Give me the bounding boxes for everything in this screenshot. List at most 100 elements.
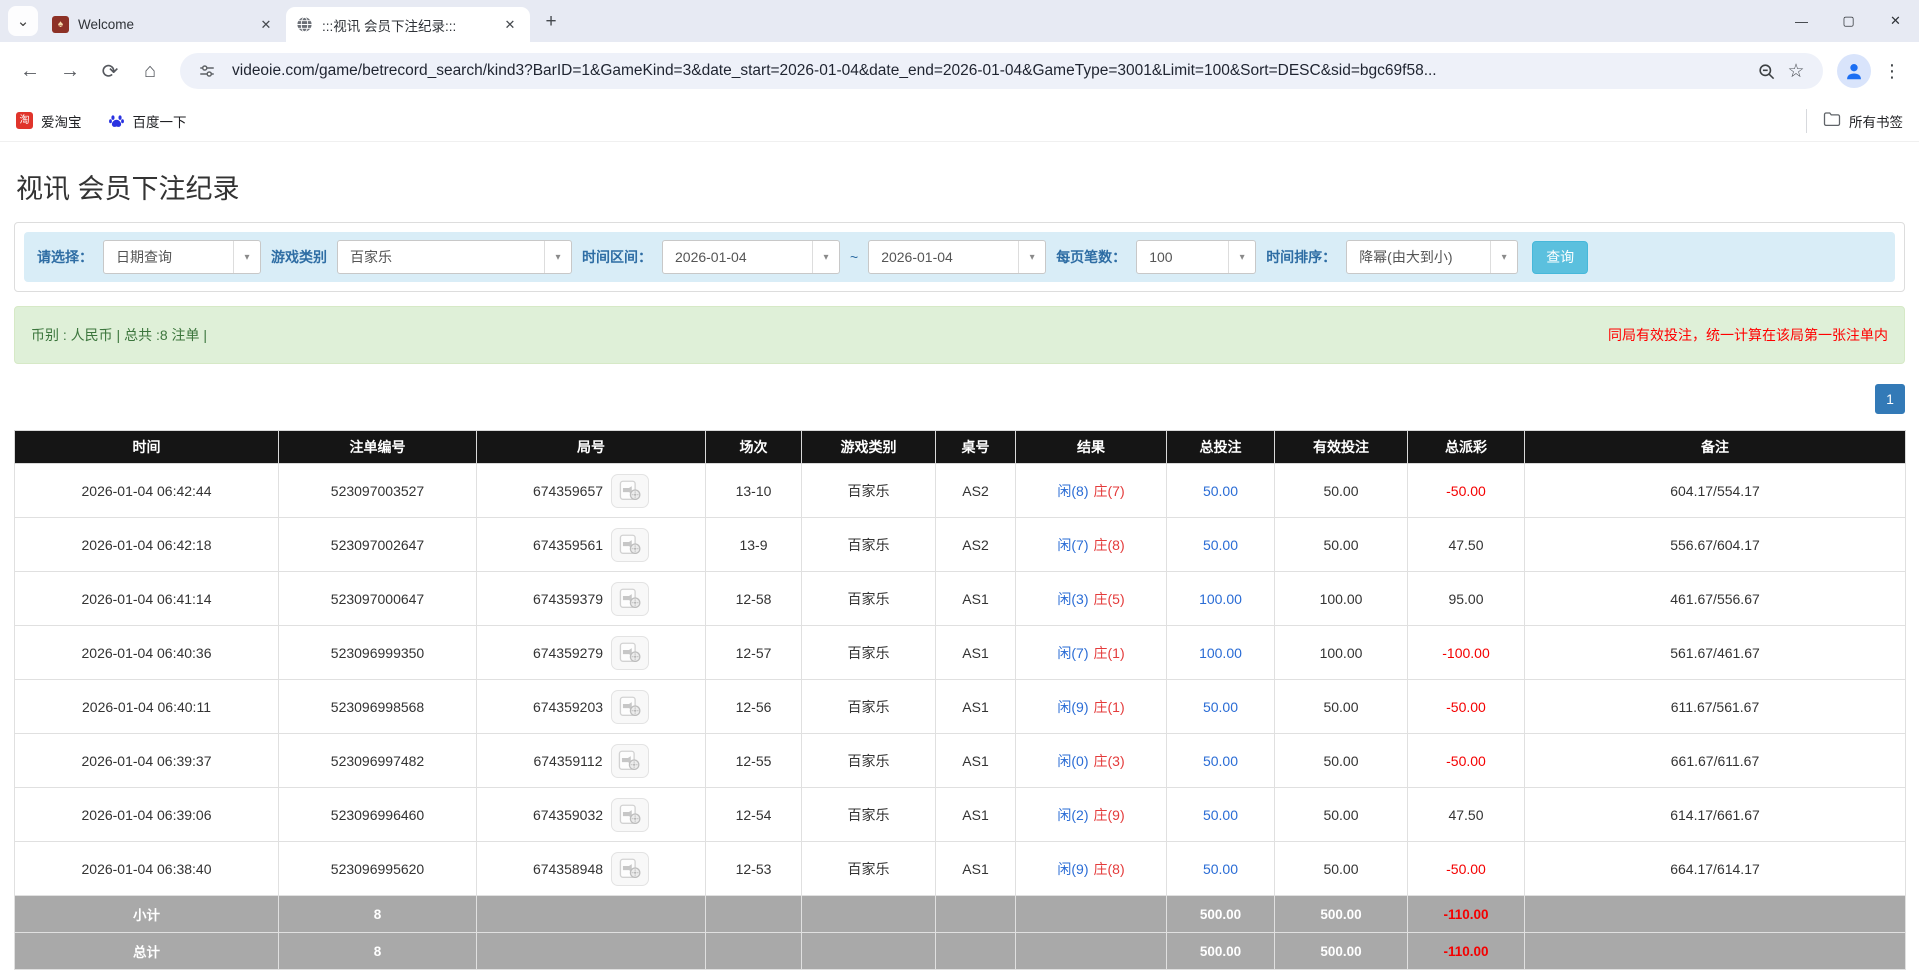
browser-menu-button[interactable]: ⋮ [1875, 54, 1909, 88]
total-bet-link[interactable]: 50.00 [1203, 699, 1238, 715]
tab-close-icon[interactable]: ✕ [500, 15, 520, 35]
sort-select[interactable]: 降幂(由大到小) ▾ [1346, 240, 1518, 274]
footer-cell-9: -110.00 [1408, 896, 1525, 933]
cell-total-bet: 50.00 [1167, 734, 1275, 788]
cell-time: 2026-01-04 06:40:11 [15, 680, 279, 734]
page-content: 视讯 会员下注纪录 请选择： 日期查询 ▾ 游戏类别 百家乐 ▾ 时间区间： 2… [0, 167, 1919, 970]
caret-down-icon[interactable]: ▾ [1490, 241, 1517, 273]
bookmark-baidu[interactable]: 百度一下 [108, 111, 187, 131]
cell-total-bet: 50.00 [1167, 464, 1275, 518]
video-replay-button[interactable] [611, 582, 649, 616]
cell-bet-id: 523096998568 [279, 680, 477, 734]
folder-icon [1823, 111, 1841, 130]
browser-toolbar: ← → ⟳ ⌂ videoie.com/game/betrecord_searc… [0, 42, 1919, 100]
cell-total-bet: 50.00 [1167, 842, 1275, 896]
search-button[interactable]: 查询 [1532, 241, 1588, 274]
total-bet-link[interactable]: 50.00 [1203, 807, 1238, 823]
reload-button[interactable]: ⟳ [90, 51, 130, 91]
back-button[interactable]: ← [10, 51, 50, 91]
footer-cell-10 [1525, 933, 1906, 970]
video-replay-button[interactable] [611, 798, 649, 832]
game-kind-select[interactable]: 百家乐 ▾ [337, 240, 572, 274]
video-replay-button[interactable] [611, 528, 649, 562]
window-close-button[interactable]: ✕ [1872, 0, 1919, 42]
total-bet-link[interactable]: 50.00 [1203, 537, 1238, 553]
date-start-value: 2026-01-04 [663, 241, 812, 273]
per-page-value: 100 [1137, 241, 1228, 273]
cell-game-type: 百家乐 [802, 572, 936, 626]
tab-strip: ⌄ ♠ Welcome ✕ :::视讯 会员下注纪录::: ✕ + — ▢ ✕ [0, 0, 1919, 42]
cell-payout: -50.00 [1408, 842, 1525, 896]
minimize-button[interactable]: — [1778, 0, 1825, 42]
caret-down-icon[interactable]: ▾ [544, 241, 571, 273]
table-row: 2026-01-04 06:38:40523096995620674358948… [15, 842, 1906, 896]
caret-down-icon[interactable]: ▾ [233, 241, 260, 273]
all-bookmarks-label: 所有书签 [1849, 111, 1903, 131]
total-bet-link[interactable]: 100.00 [1199, 591, 1242, 607]
bookmark-aitaobao[interactable]: 淘 爱淘宝 [16, 111, 82, 131]
date-end-input[interactable]: 2026-01-04 ▾ [868, 240, 1046, 274]
page-1-button[interactable]: 1 [1875, 384, 1905, 414]
video-replay-icon [619, 534, 642, 555]
tab-betrecord[interactable]: :::视讯 会员下注纪录::: ✕ [286, 7, 530, 42]
result-banker: 庄(3) [1094, 753, 1125, 769]
new-tab-button[interactable]: + [536, 7, 566, 37]
video-replay-button[interactable] [611, 744, 649, 778]
tab-welcome[interactable]: ♠ Welcome ✕ [42, 7, 286, 42]
video-replay-button[interactable] [611, 852, 649, 886]
result-player: 闲(8) [1057, 483, 1088, 499]
caret-down-icon[interactable]: ▾ [1228, 241, 1255, 273]
maximize-button[interactable]: ▢ [1825, 0, 1872, 42]
cell-valid-bet: 50.00 [1275, 734, 1408, 788]
cell-game-type: 百家乐 [802, 464, 936, 518]
profile-avatar[interactable] [1837, 54, 1871, 88]
cell-payout: 95.00 [1408, 572, 1525, 626]
cell-round: 674359561 [477, 518, 706, 572]
per-page-input[interactable]: 100 ▾ [1136, 240, 1256, 274]
cell-game-type: 百家乐 [802, 788, 936, 842]
taobao-icon: 淘 [16, 112, 33, 129]
sort-value: 降幂(由大到小) [1347, 241, 1490, 273]
total-bet-link[interactable]: 50.00 [1203, 753, 1238, 769]
total-bet-link[interactable]: 100.00 [1199, 645, 1242, 661]
bookmark-star-icon[interactable]: ☆ [1781, 56, 1811, 86]
total-bet-link[interactable]: 50.00 [1203, 861, 1238, 877]
cell-table-no: AS1 [936, 788, 1016, 842]
footer-cell-9: -110.00 [1408, 933, 1525, 970]
round-number: 674359032 [533, 807, 603, 823]
subtotal-row: 小计8500.00500.00-110.00 [15, 896, 1906, 933]
bookmark-label: 爱淘宝 [41, 111, 82, 131]
footer-cell-2 [477, 896, 706, 933]
home-button[interactable]: ⌂ [130, 51, 170, 91]
all-bookmarks[interactable]: 所有书签 [1806, 109, 1903, 133]
cell-game-type: 百家乐 [802, 842, 936, 896]
cell-round: 674359203 [477, 680, 706, 734]
address-bar[interactable]: videoie.com/game/betrecord_search/kind3?… [180, 53, 1823, 89]
round-number: 674359279 [533, 645, 603, 661]
total-bet-link[interactable]: 50.00 [1203, 483, 1238, 499]
caret-down-icon[interactable]: ▾ [1018, 241, 1045, 273]
cell-total-bet: 50.00 [1167, 518, 1275, 572]
site-settings-icon[interactable] [192, 56, 222, 86]
caret-down-icon[interactable]: ▾ [812, 241, 839, 273]
cell-bet-id: 523096995620 [279, 842, 477, 896]
video-replay-button[interactable] [611, 690, 649, 724]
cell-remark: 604.17/554.17 [1525, 464, 1906, 518]
cell-remark: 614.17/661.67 [1525, 788, 1906, 842]
cell-session: 12-57 [706, 626, 802, 680]
sort-label: 时间排序： [1266, 247, 1336, 267]
result-player: 闲(2) [1057, 807, 1088, 823]
video-replay-button[interactable] [611, 474, 649, 508]
video-replay-button[interactable] [611, 636, 649, 670]
video-replay-icon [619, 696, 642, 717]
column-header-9: 总派彩 [1408, 431, 1525, 464]
zoom-out-icon[interactable] [1751, 56, 1781, 86]
cell-time: 2026-01-04 06:38:40 [15, 842, 279, 896]
tab-close-icon[interactable]: ✕ [256, 15, 276, 35]
query-type-select[interactable]: 日期查询 ▾ [103, 240, 261, 274]
cell-payout: -50.00 [1408, 464, 1525, 518]
tab-search-button[interactable]: ⌄ [8, 6, 38, 36]
forward-button[interactable]: → [50, 51, 90, 91]
date-start-input[interactable]: 2026-01-04 ▾ [662, 240, 840, 274]
column-header-5: 桌号 [936, 431, 1016, 464]
